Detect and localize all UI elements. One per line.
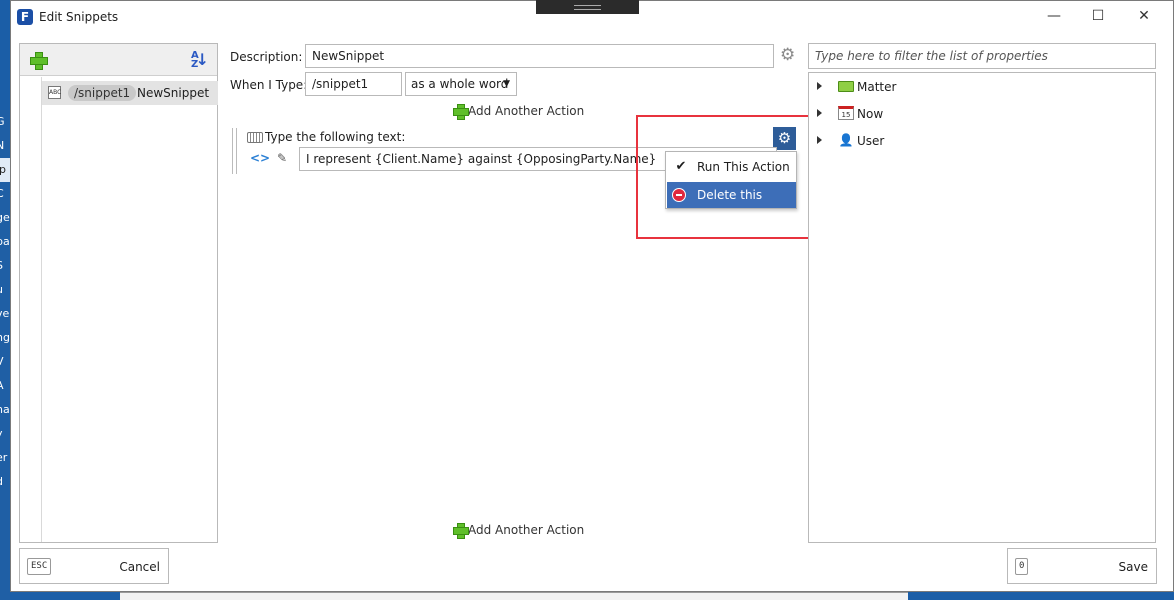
code-brackets-icon[interactable]: <>	[250, 151, 270, 165]
property-tree: Matter 15 Now 👤 User	[808, 72, 1156, 543]
tree-item-label: Matter	[857, 80, 897, 94]
cancel-label: Cancel	[119, 560, 160, 574]
plus-icon	[453, 104, 469, 120]
plus-icon	[453, 523, 469, 539]
close-button[interactable]: ✕	[1121, 1, 1167, 31]
chevron-down-icon: ▼	[503, 79, 510, 89]
description-input[interactable]: NewSnippet	[305, 44, 774, 68]
tree-item-matter[interactable]: Matter	[809, 76, 1155, 98]
add-snippet-plus-icon[interactable]	[30, 52, 48, 70]
property-filter-input[interactable]: Type here to filter the list of properti…	[808, 43, 1156, 69]
trigger-input[interactable]: /snippet1	[305, 72, 402, 96]
bg-item: G	[0, 115, 5, 128]
sort-arrow-icon: ↓	[195, 50, 209, 69]
save-button[interactable]: 0 Save	[1007, 548, 1157, 584]
keyboard-icon	[247, 132, 263, 143]
tree-item-now[interactable]: 15 Now	[809, 103, 1155, 125]
app-logo-icon: F	[17, 9, 33, 25]
expand-arrow-icon[interactable]	[817, 82, 822, 90]
save-label: Save	[1118, 560, 1148, 574]
add-action-label: Add Another Action	[468, 104, 585, 118]
save-key-badge: 0	[1015, 558, 1029, 575]
bg-item: ve	[0, 307, 10, 320]
annotation-highlight-box	[636, 115, 822, 239]
snippet-list-panel: A Z ↓ ABC /snippet1 NewSnippet	[19, 43, 218, 543]
maximize-button[interactable]: ☐	[1075, 1, 1121, 31]
bg-item: pa	[0, 235, 10, 248]
cancel-button[interactable]: ESC Cancel	[19, 548, 169, 584]
action-drag-grip[interactable]	[232, 128, 237, 174]
bg-item: N	[0, 139, 5, 152]
bg-item: ng	[0, 331, 10, 344]
bg-item: V	[0, 350, 10, 374]
bg-item: A	[0, 374, 10, 398]
tree-item-label: User	[857, 134, 885, 148]
match-mode-value: as a whole word	[411, 77, 509, 91]
snippet-name: NewSnippet	[137, 86, 210, 100]
user-icon: 👤	[838, 133, 854, 147]
add-action-label: Add Another Action	[468, 523, 585, 537]
window-title: Edit Snippets	[39, 10, 119, 24]
calendar-icon: 15	[838, 106, 854, 120]
add-another-action-top[interactable]: Add Another Action	[453, 104, 585, 120]
bg-item: ip	[0, 158, 10, 182]
tree-item-label: Now	[857, 107, 884, 121]
esc-key-badge: ESC	[27, 558, 52, 575]
expand-arrow-icon[interactable]	[817, 109, 822, 117]
snippet-list-item[interactable]: ABC /snippet1 NewSnippet	[42, 81, 218, 105]
when-i-type-label: When I Type:	[230, 78, 308, 92]
bg-item: y	[0, 422, 10, 446]
sort-az-icon[interactable]: A Z ↓	[191, 50, 209, 70]
snippet-shortcut-pill: /snippet1	[68, 85, 137, 101]
description-settings-gear-icon[interactable]: ⚙	[780, 47, 795, 64]
bg-item: u	[0, 278, 10, 302]
abc-text-icon: ABC	[48, 86, 61, 99]
bg-item: d	[0, 470, 10, 494]
background-desktop	[908, 592, 1174, 600]
minimize-button[interactable]: —	[1031, 1, 1077, 31]
edit-snippets-window: F Edit Snippets — ☐ ✕ A Z ↓ ABC /snippet…	[10, 0, 1174, 592]
folder-icon	[838, 81, 854, 92]
bg-item: C	[0, 182, 10, 206]
match-mode-select[interactable]: as a whole word ▼	[405, 72, 517, 96]
add-another-action-bottom[interactable]: Add Another Action	[453, 523, 585, 539]
bg-item: ge	[0, 211, 10, 224]
expand-arrow-icon[interactable]	[817, 136, 822, 144]
tree-item-user[interactable]: 👤 User	[809, 130, 1155, 152]
description-label: Description:	[230, 50, 303, 64]
bg-item: S	[0, 254, 10, 278]
titlebar: F Edit Snippets — ☐ ✕	[11, 1, 1173, 33]
background-app-bottom	[120, 592, 910, 600]
bg-item: ha	[0, 403, 10, 416]
background-app-strip: G N ip C ge pa S u ve ng V A ha y er d	[0, 110, 10, 600]
snippet-list-toolbar: A Z ↓	[20, 44, 217, 76]
bg-item: er	[0, 451, 8, 464]
action-title: Type the following text:	[265, 130, 406, 144]
list-divider	[41, 77, 42, 542]
magic-wand-icon[interactable]: ✎	[277, 151, 287, 165]
